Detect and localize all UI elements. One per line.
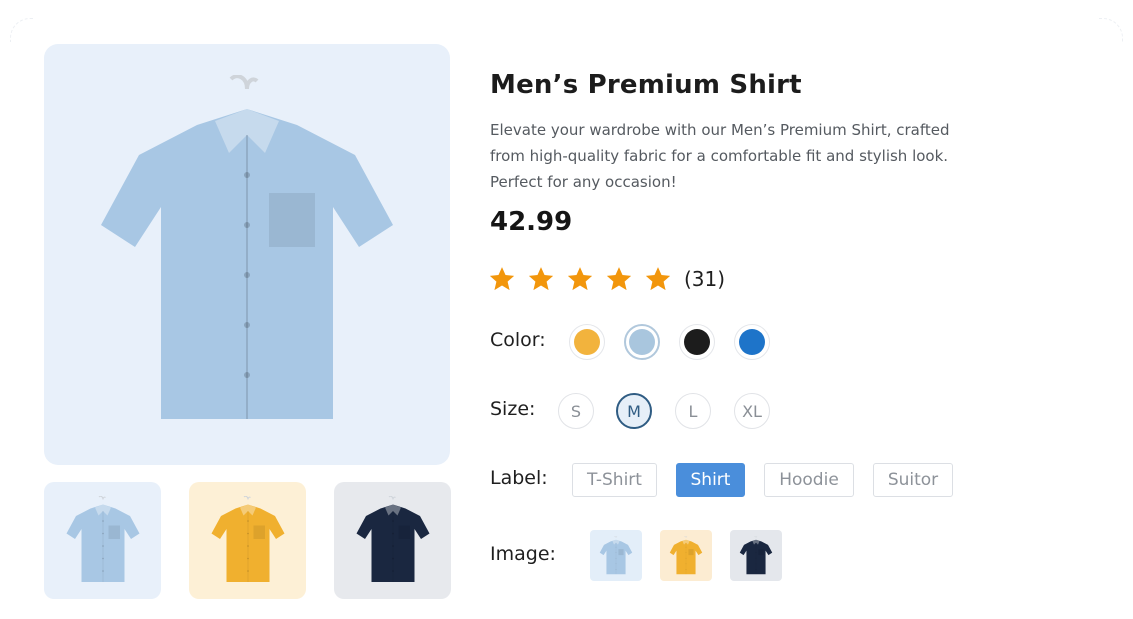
- color-swatch-black[interactable]: [679, 324, 715, 360]
- image-option-yellow-shirt[interactable]: [660, 530, 712, 581]
- light-blue-shirt-image: [65, 496, 141, 586]
- size-option-m[interactable]: M: [616, 393, 652, 429]
- star-icon: [644, 265, 672, 293]
- size-option-l[interactable]: L: [675, 393, 711, 429]
- navy-shirt-image: [355, 496, 431, 586]
- color-swatch-yellow[interactable]: [569, 324, 605, 360]
- color-swatch-light-blue[interactable]: [624, 324, 660, 360]
- thumbnail-strip: [44, 482, 451, 599]
- star-icon: [605, 265, 633, 293]
- size-label: Size:: [490, 398, 536, 420]
- size-option-xl[interactable]: XL: [734, 393, 770, 429]
- yellow-shirt-image: [669, 536, 703, 576]
- light-blue-shirt-image: [599, 536, 633, 576]
- rating-count: (31): [684, 267, 726, 291]
- star-icon: [566, 265, 594, 293]
- label-option-suitor[interactable]: Suitor: [873, 463, 953, 497]
- color-label: Color:: [490, 329, 546, 351]
- label-option-shirt[interactable]: Shirt: [676, 463, 745, 497]
- size-option-s[interactable]: S: [558, 393, 594, 429]
- product-rating: (31): [488, 262, 725, 296]
- decorative-corner: [10, 18, 34, 42]
- product-description: Elevate your wardrobe with our Men’s Pre…: [490, 121, 950, 191]
- yellow-shirt-image: [210, 496, 286, 586]
- image-label: Image:: [490, 543, 556, 565]
- navy-shirt-image: [739, 536, 773, 576]
- color-swatch-blue[interactable]: [734, 324, 770, 360]
- thumbnail-light-blue-shirt[interactable]: [44, 482, 161, 599]
- label-option-hoodie[interactable]: Hoodie: [764, 463, 854, 497]
- product-title: Men’s Premium Shirt: [490, 70, 802, 100]
- color-dot: [574, 329, 600, 355]
- image-option-light-blue-shirt[interactable]: [590, 530, 642, 581]
- decorative-corner: [1099, 18, 1123, 42]
- color-dot: [629, 329, 655, 355]
- color-dot: [739, 329, 765, 355]
- image-option-navy-shirt[interactable]: [730, 530, 782, 581]
- star-icon: [527, 265, 555, 293]
- label-option-t-shirt[interactable]: T-Shirt: [572, 463, 657, 497]
- main-product-image: [44, 44, 450, 465]
- thumbnail-navy-shirt[interactable]: [334, 482, 451, 599]
- light-blue-shirt-image: [97, 75, 397, 435]
- color-dot: [684, 329, 710, 355]
- label-label: Label:: [490, 467, 548, 489]
- thumbnail-yellow-shirt[interactable]: [189, 482, 306, 599]
- product-price: 42.99: [490, 207, 573, 237]
- star-icon: [488, 265, 516, 293]
